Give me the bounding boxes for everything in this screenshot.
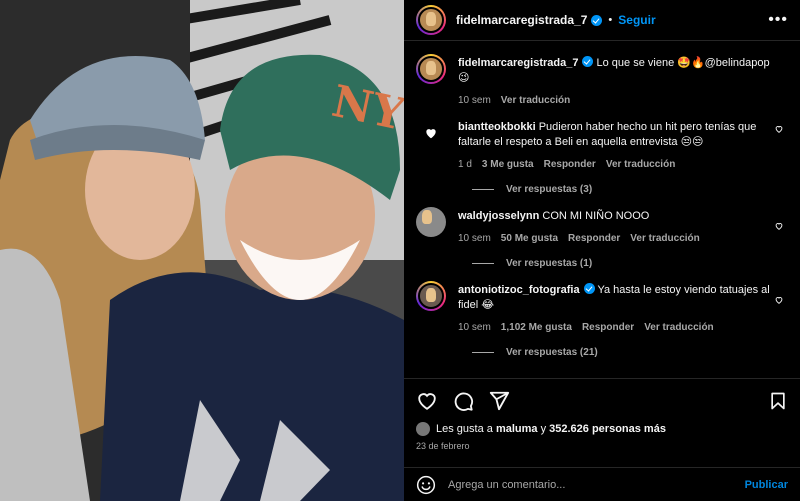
like-comment-heart-icon[interactable] — [774, 295, 784, 305]
comment-avatar[interactable] — [416, 281, 446, 311]
comment-text: CON MI NIÑO NOOO — [542, 210, 650, 222]
comment-item: biantteokbokki Pudieron haber hecho un h… — [416, 106, 788, 170]
post-actions: Les gusta a maluma y 352.626 personas má… — [404, 378, 800, 451]
comment-time[interactable]: 10 sem — [458, 322, 491, 333]
caption-time[interactable]: 10 sem — [458, 95, 491, 106]
bookmark-icon[interactable] — [768, 390, 788, 412]
comment-icon[interactable] — [452, 390, 474, 412]
likes-count[interactable]: 352.626 personas más — [549, 423, 666, 435]
publish-button[interactable]: Publicar — [745, 479, 788, 491]
more-icon[interactable]: ••• — [768, 11, 788, 29]
comment-meta: 1 d 3 Me gusta Responder Ver traducción — [458, 159, 774, 170]
liker-avatar[interactable] — [416, 422, 430, 436]
view-replies-button[interactable]: Ver respuestas (21) — [458, 347, 788, 358]
comment-composer: Publicar — [404, 467, 800, 501]
photo-illustration: NY — [0, 0, 404, 501]
heart-icon[interactable] — [416, 390, 438, 412]
view-replies-label: Ver respuestas (21) — [506, 347, 598, 358]
comment-text-line: waldyjosselynn CON MI NIÑO NOOO — [458, 209, 774, 224]
comment-input[interactable] — [448, 478, 745, 491]
comments-list[interactable]: fidelmarcaregistrada_7 Lo que se viene 🤩… — [404, 42, 800, 378]
comment-likes[interactable]: 1,102 Me gusta — [501, 322, 572, 333]
comment-time[interactable]: 10 sem — [458, 233, 491, 244]
heart-avatar-icon — [426, 129, 436, 139]
post-photo[interactable]: NY — [0, 0, 404, 501]
comment-time[interactable]: 1 d — [458, 159, 472, 170]
comment-meta: 10 sem 50 Me gusta Responder Ver traducc… — [458, 233, 774, 244]
comment-text-line: antoniotizoc_fotografia Ya hasta le esto… — [458, 283, 774, 313]
comment-username[interactable]: antoniotizoc_fotografia — [458, 284, 580, 296]
comment-username[interactable]: biantteokbokki — [458, 121, 536, 133]
likes-user[interactable]: maluma — [496, 423, 538, 435]
emoji-icon[interactable] — [416, 475, 436, 495]
comment-item: waldyjosselynn CON MI NIÑO NOOO 10 sem 5… — [416, 195, 788, 244]
like-comment-heart-icon[interactable] — [774, 124, 784, 134]
post-header: fidelmarcaregistrada_7 • Seguir ••• — [404, 0, 800, 41]
likes-middle: y — [540, 423, 547, 435]
like-comment-heart-icon[interactable] — [774, 221, 784, 231]
post-date[interactable]: 23 de febrero — [416, 441, 788, 451]
caption-meta: 10 sem Ver traducción — [458, 95, 774, 106]
view-replies-label: Ver respuestas (1) — [506, 258, 593, 269]
comment-reply-button[interactable]: Responder — [568, 233, 620, 244]
comment-meta: 10 sem 1,102 Me gusta Responder Ver trad… — [458, 322, 774, 333]
likes-summary[interactable]: Les gusta a maluma y 352.626 personas má… — [416, 422, 788, 436]
replies-divider — [472, 352, 494, 353]
comment-text-line: biantteokbokki Pudieron haber hecho un h… — [458, 120, 774, 150]
comment-avatar[interactable] — [416, 207, 446, 237]
post-details-panel: fidelmarcaregistrada_7 • Seguir ••• fide… — [404, 0, 800, 501]
caption-avatar[interactable] — [416, 54, 446, 84]
comment-reply-button[interactable]: Responder — [544, 159, 596, 170]
caption-text-line: fidelmarcaregistrada_7 Lo que se viene 🤩… — [458, 56, 774, 86]
share-icon[interactable] — [488, 390, 510, 412]
separator-dot: • — [608, 14, 613, 26]
caption-translate-link[interactable]: Ver traducción — [501, 95, 570, 106]
view-replies-button[interactable]: Ver respuestas (3) — [458, 184, 788, 195]
view-replies-label: Ver respuestas (3) — [506, 184, 593, 195]
comment-translate-link[interactable]: Ver traducción — [644, 322, 713, 333]
verified-icon — [583, 283, 595, 294]
comment-avatar[interactable] — [416, 118, 446, 148]
likes-prefix: Les gusta a — [436, 423, 493, 435]
replies-divider — [472, 263, 494, 264]
replies-divider — [472, 189, 494, 190]
caption-username[interactable]: fidelmarcaregistrada_7 — [458, 57, 578, 69]
verified-icon — [591, 14, 603, 26]
author-avatar[interactable] — [416, 5, 446, 35]
view-replies-button[interactable]: Ver respuestas (1) — [458, 258, 788, 269]
comment-likes[interactable]: 3 Me gusta — [482, 159, 534, 170]
follow-button[interactable]: Seguir — [618, 13, 655, 27]
comment-translate-link[interactable]: Ver traducción — [606, 159, 675, 170]
comment-reply-button[interactable]: Responder — [582, 322, 634, 333]
comment-translate-link[interactable]: Ver traducción — [630, 233, 699, 244]
comment-item: antoniotizoc_fotografia Ya hasta le esto… — [416, 269, 788, 333]
caption: fidelmarcaregistrada_7 Lo que se viene 🤩… — [416, 42, 788, 106]
comment-likes[interactable]: 50 Me gusta — [501, 233, 558, 244]
verified-icon — [582, 56, 594, 67]
author-username[interactable]: fidelmarcaregistrada_7 — [456, 13, 587, 27]
action-icons-row — [416, 389, 788, 413]
comment-username[interactable]: waldyjosselynn — [458, 210, 539, 222]
